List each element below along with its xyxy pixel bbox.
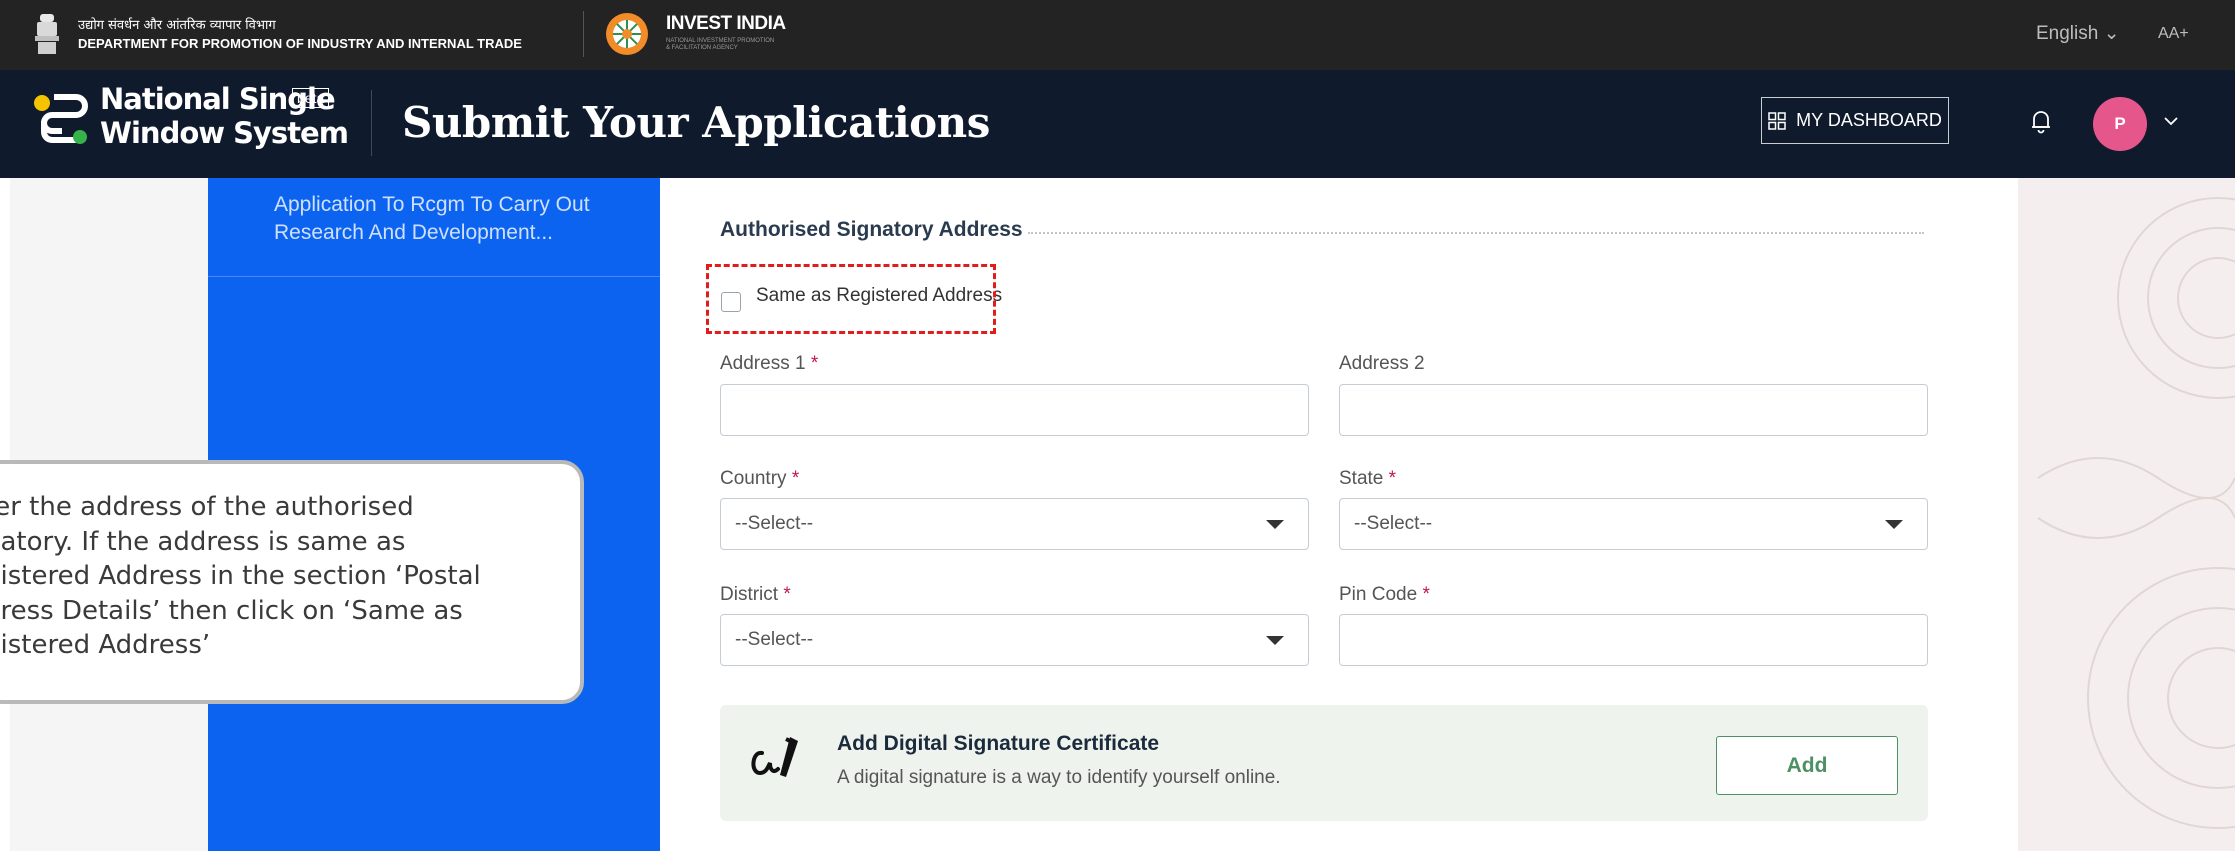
page-title: Submit Your Applications	[402, 98, 990, 147]
district-label: District *	[720, 584, 791, 606]
invest-india-tagline: NATIONAL INVESTMENT PROMOTION & FACILITA…	[666, 38, 775, 51]
department-english: DEPARTMENT FOR PROMOTION OF INDUSTRY AND…	[78, 36, 522, 51]
required-mark: *	[791, 468, 800, 489]
department-name: उद्योग संवर्धन और आंतरिक व्यापार विभाग D…	[78, 17, 522, 53]
language-label: English	[2036, 23, 2099, 44]
chevron-down-icon: ⌄	[2103, 23, 2120, 44]
beta-badge: beta	[292, 88, 330, 108]
language-selector[interactable]: English ⌄	[2036, 22, 2120, 45]
pincode-label-text: Pin Code	[1339, 584, 1418, 605]
content-area: Application To Rcgm To Carry Out Researc…	[0, 178, 2235, 851]
address1-input[interactable]	[720, 384, 1309, 436]
instruction-callout: ter the address of the authorised natory…	[0, 460, 584, 704]
state-select[interactable]: --Select--	[1339, 498, 1928, 550]
invest-india-logo-icon	[606, 13, 648, 55]
required-mark: *	[1422, 584, 1430, 605]
avatar[interactable]: P	[2093, 97, 2147, 151]
callout-text: ter the address of the authorised natory…	[0, 492, 481, 660]
pincode-input[interactable]	[1339, 614, 1928, 666]
divider	[1028, 232, 1924, 234]
nsws-logo-icon	[34, 94, 88, 144]
main-header: National Single Window System beta Submi…	[0, 70, 2235, 178]
state-label: State *	[1339, 468, 1396, 490]
divider	[208, 276, 660, 277]
required-mark: *	[783, 584, 791, 605]
department-hindi: उद्योग संवर्धन और आंतरिक व्यापार विभाग	[78, 18, 276, 33]
caret-down-icon	[1266, 520, 1284, 529]
my-dashboard-label: MY DASHBOARD	[1796, 110, 1942, 130]
mandala-pattern-icon	[2037, 197, 2235, 829]
required-mark: *	[810, 353, 819, 374]
brand-line-2: Window System	[100, 116, 349, 150]
pincode-label: Pin Code *	[1339, 584, 1430, 606]
address1-label: Address 1 *	[720, 353, 818, 375]
address1-label-text: Address 1	[720, 353, 806, 374]
digital-signature-card: Add Digital Signature Certificate A digi…	[720, 705, 1928, 821]
national-emblem-icon	[35, 14, 59, 54]
country-select[interactable]: --Select--	[720, 498, 1309, 550]
dsc-title: Add Digital Signature Certificate	[837, 732, 1160, 755]
notification-bell-icon[interactable]	[2030, 108, 2052, 134]
invest-india-name: INVEST INDIA	[666, 13, 786, 34]
divider	[371, 90, 372, 156]
font-size-toggle[interactable]: AA+	[2158, 25, 2189, 43]
address2-label: Address 2	[1339, 353, 1425, 374]
district-select-value: --Select--	[735, 629, 814, 650]
sidebar-item-application[interactable]: Application To Rcgm To Carry Out Researc…	[274, 191, 644, 247]
country-label-text: Country	[720, 468, 787, 489]
caret-down-icon	[1266, 636, 1284, 645]
caret-down-icon	[1885, 520, 1903, 529]
grid-icon	[1768, 111, 1786, 130]
country-label: Country *	[720, 468, 799, 490]
highlight-box	[706, 264, 996, 334]
district-select[interactable]: --Select--	[720, 614, 1309, 666]
country-select-value: --Select--	[735, 513, 814, 534]
decorative-pattern	[2018, 178, 2235, 851]
required-mark: *	[1388, 468, 1397, 489]
chevron-down-icon[interactable]	[2162, 114, 2180, 128]
district-label-text: District	[720, 584, 779, 605]
dsc-subtitle: A digital signature is a way to identify…	[837, 767, 1281, 788]
section-title: Authorised Signatory Address	[720, 218, 1023, 241]
my-dashboard-button[interactable]: MY DASHBOARD	[1761, 97, 1949, 144]
address2-input[interactable]	[1339, 384, 1928, 436]
state-label-text: State	[1339, 468, 1384, 489]
divider	[583, 11, 584, 57]
gov-strip: उद्योग संवर्धन और आंतरिक व्यापार विभाग D…	[0, 0, 2235, 70]
state-select-value: --Select--	[1354, 513, 1433, 534]
signature-pen-icon	[751, 737, 798, 777]
add-dsc-button[interactable]: Add	[1716, 736, 1898, 795]
